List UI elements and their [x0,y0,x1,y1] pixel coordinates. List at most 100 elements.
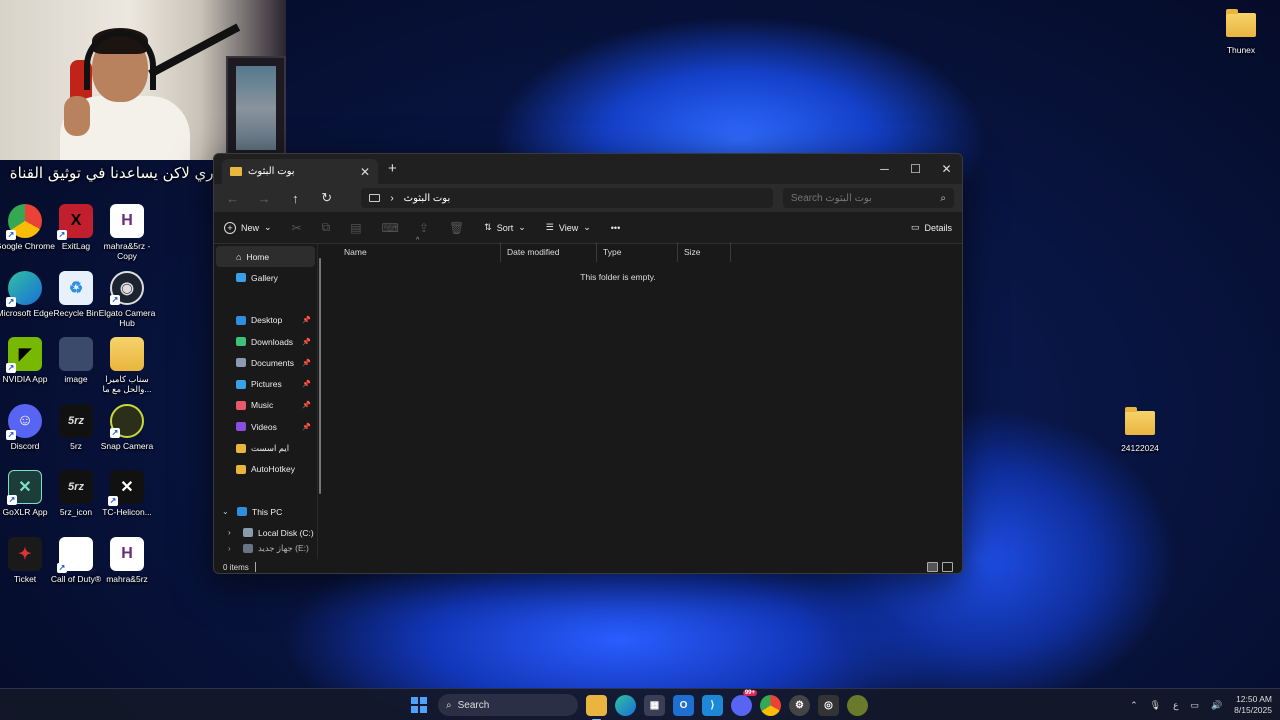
details-view-icon[interactable] [927,562,938,572]
folder-icon [230,167,242,176]
column-label: Name [344,247,367,257]
cut-icon[interactable]: ✂ [292,221,302,235]
column-header-date-modified[interactable]: Date modified [501,242,597,262]
shortcut-arrow-icon: ↗ [108,496,118,506]
tiles-view-icon[interactable] [942,562,953,572]
details-button[interactable]: ▭ Details [911,222,952,233]
minimize-button[interactable]: ─ [869,154,900,184]
breadcrumb[interactable]: بوت البثوث [404,193,451,204]
desktop-icon-elgato-camera-hub[interactable]: ◉ ↗ Elgato Camera Hub [95,271,159,328]
view-button[interactable]: ☰ View ⌄ [546,222,591,233]
close-tab-icon[interactable]: ✕ [360,165,370,179]
language-indicator[interactable]: ع [1173,700,1178,711]
chrome-taskbar-icon[interactable] [760,694,781,716]
nav-item-gallery[interactable]: Gallery [216,267,315,288]
pin-icon[interactable]: 📌 [302,359,311,367]
share-icon[interactable]: ⇪ [419,221,429,235]
home-icon: ⌂ [236,251,242,262]
empty-folder-message: This folder is empty. [580,272,656,282]
nav-item-pictures[interactable]: Pictures 📌 [216,373,315,394]
delete-icon[interactable]: 🗑 [449,221,464,235]
pin-icon[interactable]: 📌 [302,380,311,388]
nav-item-desktop[interactable]: Desktop 📌 [216,310,315,331]
breadcrumb-separator: › [390,192,394,204]
copy-icon[interactable]: ⧉ [322,220,331,235]
desktop-icon-snap-camera[interactable]: ↗ Snap Camera [95,404,159,451]
nav-item-this-pc[interactable]: ⌄ This PC [216,501,315,522]
gamepad-taskbar-icon[interactable]: ◎ [818,694,839,716]
maximize-button[interactable]: ☐ [900,154,931,184]
nav-item-downloads[interactable]: Downloads 📌 [216,331,315,352]
tc-helicon-icon: ✕ ↗ [108,470,144,506]
nav-item-documents[interactable]: Documents 📌 [216,352,315,373]
desktop-icon-thunex[interactable]: Thunex [1209,8,1273,55]
nav-label: Local Disk (C:) [258,527,314,538]
outlook-taskbar-icon[interactable]: O [673,694,694,716]
new-button[interactable]: + New ⌄ [224,221,272,234]
address-input[interactable]: › بوت البثوث [361,188,773,208]
desktop-icon-label: Ticket [13,574,37,584]
network-icon[interactable]: ▭ [1190,700,1199,711]
clock[interactable]: 12:50 AM 8/15/2025 [1234,694,1272,716]
nav-label: جهاز جديد (E:) [258,543,309,554]
nav-item-local-disk[interactable]: › Local Disk (C:) [216,522,315,543]
pin-icon[interactable]: 📌 [302,338,311,346]
vscode-taskbar-icon[interactable]: ⟩ [702,694,723,716]
forward-arrow-icon[interactable]: → [253,191,274,206]
discord-taskbar-icon[interactable]: 99+ [731,689,757,716]
chevron-up-icon[interactable]: ⌃ [1130,700,1138,711]
up-arrow-icon[interactable]: ↑ [285,191,306,206]
volume-icon[interactable]: 🔊 [1211,700,1222,711]
chevron-right-icon[interactable]: › [228,528,238,537]
desktop-icon-label: GoXLR App [2,507,48,517]
close-window-button[interactable]: ✕ [931,154,962,184]
store-taskbar-icon[interactable]: ▦ [644,694,665,716]
more-options-icon[interactable]: ••• [611,223,620,233]
search-input[interactable] [790,192,941,204]
desktop-icon-[interactable]: سناب كاميرا والحل مع ما... [95,337,159,394]
notification-badge: 99+ [742,689,757,696]
pin-icon[interactable]: 📌 [302,316,311,324]
taskbar-search[interactable]: ⌕ Search [438,694,578,716]
sort-button[interactable]: ⇅ Sort ⌄ [484,222,526,233]
snap-camera-taskbar-icon[interactable] [847,694,868,716]
new-tab-button[interactable]: + [388,160,397,177]
start-button[interactable] [408,694,430,716]
shortcut-arrow-icon: ↗ [57,563,67,573]
microphone-icon[interactable]: 🎙 [1150,700,1161,711]
nav-item-drive-partial[interactable]: › جهاز جديد (E:) [216,544,315,554]
nav-item-videos[interactable]: Videos 📌 [216,416,315,437]
column-header-name[interactable]: ^ Name [338,237,501,262]
5rz-icon: 5rz [59,470,93,504]
file-list-area[interactable]: ^ Name Date modified Type Size This fold… [318,237,962,559]
desktop-icon-24122024[interactable]: 24122024 [1108,406,1172,453]
column-header-size[interactable]: Size [678,242,731,262]
nav-item-music[interactable]: Music 📌 [216,395,315,416]
chevron-right-icon[interactable]: › [228,544,238,553]
search-field[interactable]: ⌕ [782,188,954,208]
nav-item-home[interactable]: ⌂ Home [216,246,315,268]
tab-current-folder[interactable]: بوت البثوث ✕ [222,159,378,184]
rename-icon[interactable]: ⌨ [382,221,399,235]
back-arrow-icon[interactable]: ← [222,191,243,206]
chevron-down-icon[interactable]: ⌄ [222,507,232,516]
document-h-icon: H [110,204,144,238]
nav-item-autohotkey[interactable]: AutoHotkey [216,459,315,480]
refresh-icon[interactable]: ↻ [316,190,337,206]
desktop-icon-mahra-5rz-copy[interactable]: Hmahra&5rz - Copy [95,204,159,261]
column-header-type[interactable]: Type [597,242,678,262]
file-explorer-taskbar-icon[interactable] [586,694,607,720]
sort-icon: ⇅ [484,222,492,232]
nav-label: Home [246,251,270,262]
explorer-tab-bar: بوت البثوث ✕ + ─ ☐ ✕ [214,154,962,184]
desktop-icon-mahra-5rz[interactable]: Hmahra&5rz [95,537,159,584]
pin-icon[interactable]: 📌 [302,401,311,409]
shortcut-arrow-icon: ↗ [6,363,16,373]
paste-icon[interactable]: ▤ [350,221,361,235]
desktop-icon-label: mahra&5rz - Copy [103,241,151,261]
desktop-icon-tc-helicon[interactable]: ✕ ↗ TC-Helicon... [95,470,159,517]
app-taskbar-icon[interactable]: ⚙ [789,694,810,716]
nav-item-folder-arabic[interactable]: ايم اسست [216,437,315,458]
pin-icon[interactable]: 📌 [302,423,311,431]
edge-taskbar-icon[interactable] [615,694,636,716]
